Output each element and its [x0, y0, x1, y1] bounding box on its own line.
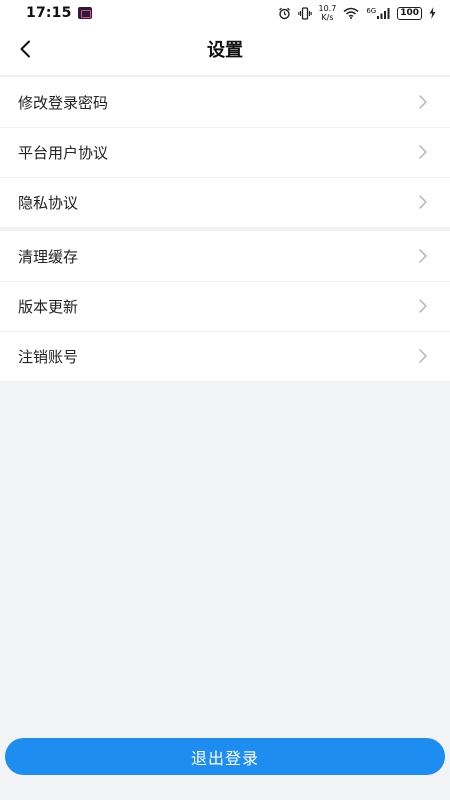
- settings-item-label: 版本更新: [18, 297, 79, 316]
- chevron-right-icon: [418, 144, 428, 160]
- cellular-signal-icon: 6G: [366, 6, 390, 19]
- settings-item-label: 修改登录密码: [18, 93, 109, 112]
- settings-item-user-agreement[interactable]: 平台用户协议: [0, 127, 450, 177]
- app-notification-icon: [77, 7, 92, 19]
- settings-item-privacy-policy[interactable]: 隐私协议: [0, 177, 450, 227]
- nav-header: 设置: [0, 26, 450, 76]
- charging-icon: [429, 7, 436, 19]
- settings-item-delete-account[interactable]: 注销账号: [0, 331, 450, 381]
- wifi-icon: [343, 7, 359, 19]
- status-icons: 10.7 K/s 6G 100: [278, 4, 437, 22]
- vibrate-icon: [297, 6, 312, 20]
- settings-item-label: 注销账号: [18, 347, 79, 366]
- chevron-right-icon: [418, 194, 428, 210]
- network-speed-unit: K/s: [321, 13, 334, 22]
- back-button[interactable]: [10, 36, 40, 66]
- settings-item-clear-cache[interactable]: 清理缓存: [0, 231, 450, 281]
- settings-item-change-password[interactable]: 修改登录密码: [0, 77, 450, 127]
- settings-group-app: 清理缓存 版本更新 注销账号: [0, 231, 450, 381]
- settings-item-label: 清理缓存: [18, 247, 79, 266]
- settings-item-label: 平台用户协议: [18, 143, 109, 162]
- settings-screen: 17:15 10.7 K/s 6G 100 设置 修改登录密码 平台用户协议 隐…: [0, 0, 450, 800]
- battery-indicator: 100: [397, 6, 422, 20]
- chevron-left-icon: [19, 40, 31, 62]
- chevron-right-icon: [418, 348, 428, 364]
- page-title: 设置: [207, 40, 243, 61]
- status-bar: 17:15 10.7 K/s 6G 100: [0, 0, 450, 26]
- settings-group-account: 修改登录密码 平台用户协议 隐私协议: [0, 77, 450, 227]
- status-time: 17:15: [26, 5, 72, 21]
- alarm-icon: [278, 7, 291, 20]
- logout-button[interactable]: 退出登录: [5, 738, 445, 775]
- settings-item-label: 隐私协议: [18, 193, 79, 212]
- network-speed: 10.7 K/s: [319, 4, 337, 22]
- chevron-right-icon: [418, 298, 428, 314]
- signal-label: 6G: [366, 6, 377, 15]
- chevron-right-icon: [418, 94, 428, 110]
- chevron-right-icon: [418, 248, 428, 264]
- settings-item-version-update[interactable]: 版本更新: [0, 281, 450, 331]
- network-speed-value: 10.7: [318, 4, 337, 13]
